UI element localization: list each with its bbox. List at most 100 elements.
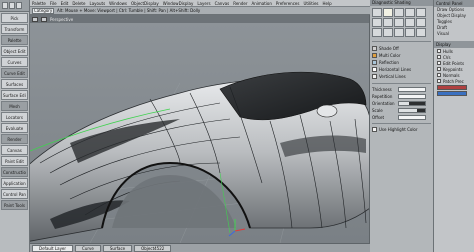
divider — [372, 83, 431, 84]
palette-pick[interactable]: Pick — [1, 13, 28, 23]
status-strip: Category Alt: Mouse + Move: Viewport | C… — [30, 7, 412, 15]
layer-tab-curve[interactable]: Curve — [75, 244, 101, 252]
shelf-close-icon[interactable] — [16, 2, 22, 9]
color-swatch-a[interactable] — [437, 85, 467, 90]
checkbox-icon[interactable] — [437, 61, 441, 65]
menu-item-help[interactable]: Help — [323, 1, 332, 6]
palette-object-edit[interactable]: Object Edit — [1, 46, 28, 56]
scale-slider[interactable] — [398, 108, 426, 113]
zebra-icon[interactable] — [405, 8, 415, 17]
category-field[interactable]: Category — [32, 7, 54, 14]
on-off-icon[interactable] — [394, 28, 404, 37]
environment-icon[interactable] — [372, 28, 382, 37]
palette-label: Canvas — [7, 148, 22, 153]
light-icon[interactable] — [416, 18, 426, 27]
checkbox-icon[interactable] — [372, 127, 377, 132]
toggle-label: Normals — [443, 72, 460, 78]
shelf-toggle-icon[interactable] — [2, 2, 8, 9]
palette-control-panel[interactable]: Control Panel — [1, 189, 28, 199]
shade-off-icon[interactable] — [372, 8, 382, 17]
palette-curve-edit[interactable]: Curve Edit — [1, 68, 28, 78]
horizontal-icon[interactable] — [383, 18, 393, 27]
palette-surfaces[interactable]: Surfaces — [1, 79, 28, 89]
iso-angle-icon[interactable] — [372, 18, 382, 27]
texture-icon[interactable] — [383, 28, 393, 37]
toggle-patch-prec[interactable]: Patch Prec — [434, 78, 474, 84]
shading-mode-label: Shade Off — [379, 46, 399, 51]
reflection-icon[interactable] — [394, 8, 404, 17]
gaussian-icon[interactable] — [416, 28, 426, 37]
perspective-viewport[interactable]: Perspective — [30, 15, 370, 243]
menu-item-delete[interactable]: Delete — [72, 1, 85, 6]
menu-item-preferences[interactable]: Preferences — [276, 1, 300, 6]
control-item-visual[interactable]: Visual — [434, 31, 474, 37]
palette-transform[interactable]: Transform — [1, 24, 28, 34]
menu-item-file[interactable]: File — [50, 1, 57, 6]
surface-eval-icon[interactable] — [405, 18, 415, 27]
menu-item-canvas[interactable]: Canvas — [215, 1, 230, 6]
control-panel-title: Control Panel — [434, 0, 474, 7]
palette-curves[interactable]: Curves — [1, 57, 28, 67]
palette-label: Control Panel — [3, 192, 26, 197]
checkbox-icon[interactable] — [437, 73, 441, 77]
menu-bar: Palette File Edit Delete Layouts Windows Objec… — [30, 0, 412, 7]
palette-mesh[interactable]: Mesh — [1, 101, 28, 111]
curvature-icon[interactable] — [416, 8, 426, 17]
viewport-maximize-icon[interactable] — [41, 16, 47, 22]
car-model-render[interactable] — [30, 23, 370, 243]
palette-evaluate[interactable]: Evaluate — [1, 123, 28, 133]
menu-item-utilities[interactable]: Utilities — [303, 1, 318, 6]
palette-palette[interactable]: Palette — [1, 35, 28, 45]
offset-input[interactable] — [398, 115, 426, 120]
palette-render[interactable]: Render — [1, 134, 28, 144]
shading-mode-multi-color[interactable]: Multi Color — [372, 52, 431, 59]
menu-item-edit[interactable]: Edit — [61, 1, 69, 6]
layer-tab-default-layer[interactable]: Default Layer — [32, 244, 74, 252]
palette-label: Surface Edit — [3, 93, 26, 98]
palette-application[interactable]: Application — [1, 178, 28, 188]
shading-mode-shade-off[interactable]: Shade Off — [372, 45, 431, 52]
multi-color-icon[interactable] — [383, 8, 393, 17]
menu-item-windowdisplay[interactable]: WindowDisplay — [163, 1, 194, 6]
menu-item-objectdisplay[interactable]: ObjectDisplay — [131, 1, 159, 6]
menu-item-palette[interactable]: Palette — [32, 1, 46, 6]
shelf-menu-icon[interactable] — [9, 2, 15, 9]
palette-paint-tools[interactable]: Paint Tools — [1, 200, 28, 210]
layer-tab-surface[interactable]: Surface — [102, 244, 133, 252]
palette-locators[interactable]: Locators — [1, 112, 28, 122]
divider — [372, 123, 431, 124]
menu-item-windows[interactable]: Windows — [109, 1, 127, 6]
menu-item-animation[interactable]: Animation — [252, 1, 272, 6]
color-swatch-b[interactable] — [437, 91, 467, 96]
shading-settings: Thickness Repetition Orientation Scale Offse… — [370, 86, 433, 121]
repetition-input[interactable] — [398, 94, 426, 99]
shading-mode-reflection[interactable]: Reflection — [372, 59, 431, 66]
menu-item-render[interactable]: Render — [233, 1, 247, 6]
checkbox-icon[interactable] — [437, 49, 441, 53]
palette-surface-edit[interactable]: Surface Edit — [1, 90, 28, 100]
palette-canvas[interactable]: Canvas — [1, 145, 28, 155]
menu-item-layouts[interactable]: Layouts — [89, 1, 105, 6]
layer-tab-object4522[interactable]: Object4522 — [134, 244, 172, 252]
checkbox-icon[interactable] — [437, 67, 441, 71]
checkbox-icon[interactable] — [437, 79, 441, 83]
mouse-hint: Alt: Mouse + Move: Viewport | Ctrl: Tumb… — [57, 8, 201, 13]
shading-mode-horizontal-lines[interactable]: Horizontal Lines — [372, 66, 431, 73]
deviation-icon[interactable] — [405, 28, 415, 37]
viewport-close-icon[interactable] — [32, 16, 38, 22]
shading-mode-label: Reflection — [379, 60, 399, 65]
menu-item-layers[interactable]: Layers — [197, 1, 210, 6]
layer-bar: Default Layer Curve Surface Object4522 — [30, 243, 370, 252]
draft-icon[interactable] — [394, 18, 404, 27]
palette-paint-edit[interactable]: Paint Edit — [1, 156, 28, 166]
shading-mode-label: Multi Color — [379, 53, 401, 58]
setting-scale: Scale — [370, 107, 433, 114]
orientation-slider[interactable] — [398, 101, 426, 106]
highlight-color-option[interactable]: Use Highlight Color — [370, 126, 433, 133]
shading-mode-vertical-lines[interactable]: Vertical Lines — [372, 73, 431, 80]
setting-label: Repetition — [372, 94, 393, 99]
palette-construction[interactable]: Construction — [1, 167, 28, 177]
checkbox-icon[interactable] — [437, 55, 441, 59]
mode-color-swatch — [372, 46, 377, 51]
thickness-input[interactable] — [398, 87, 426, 92]
